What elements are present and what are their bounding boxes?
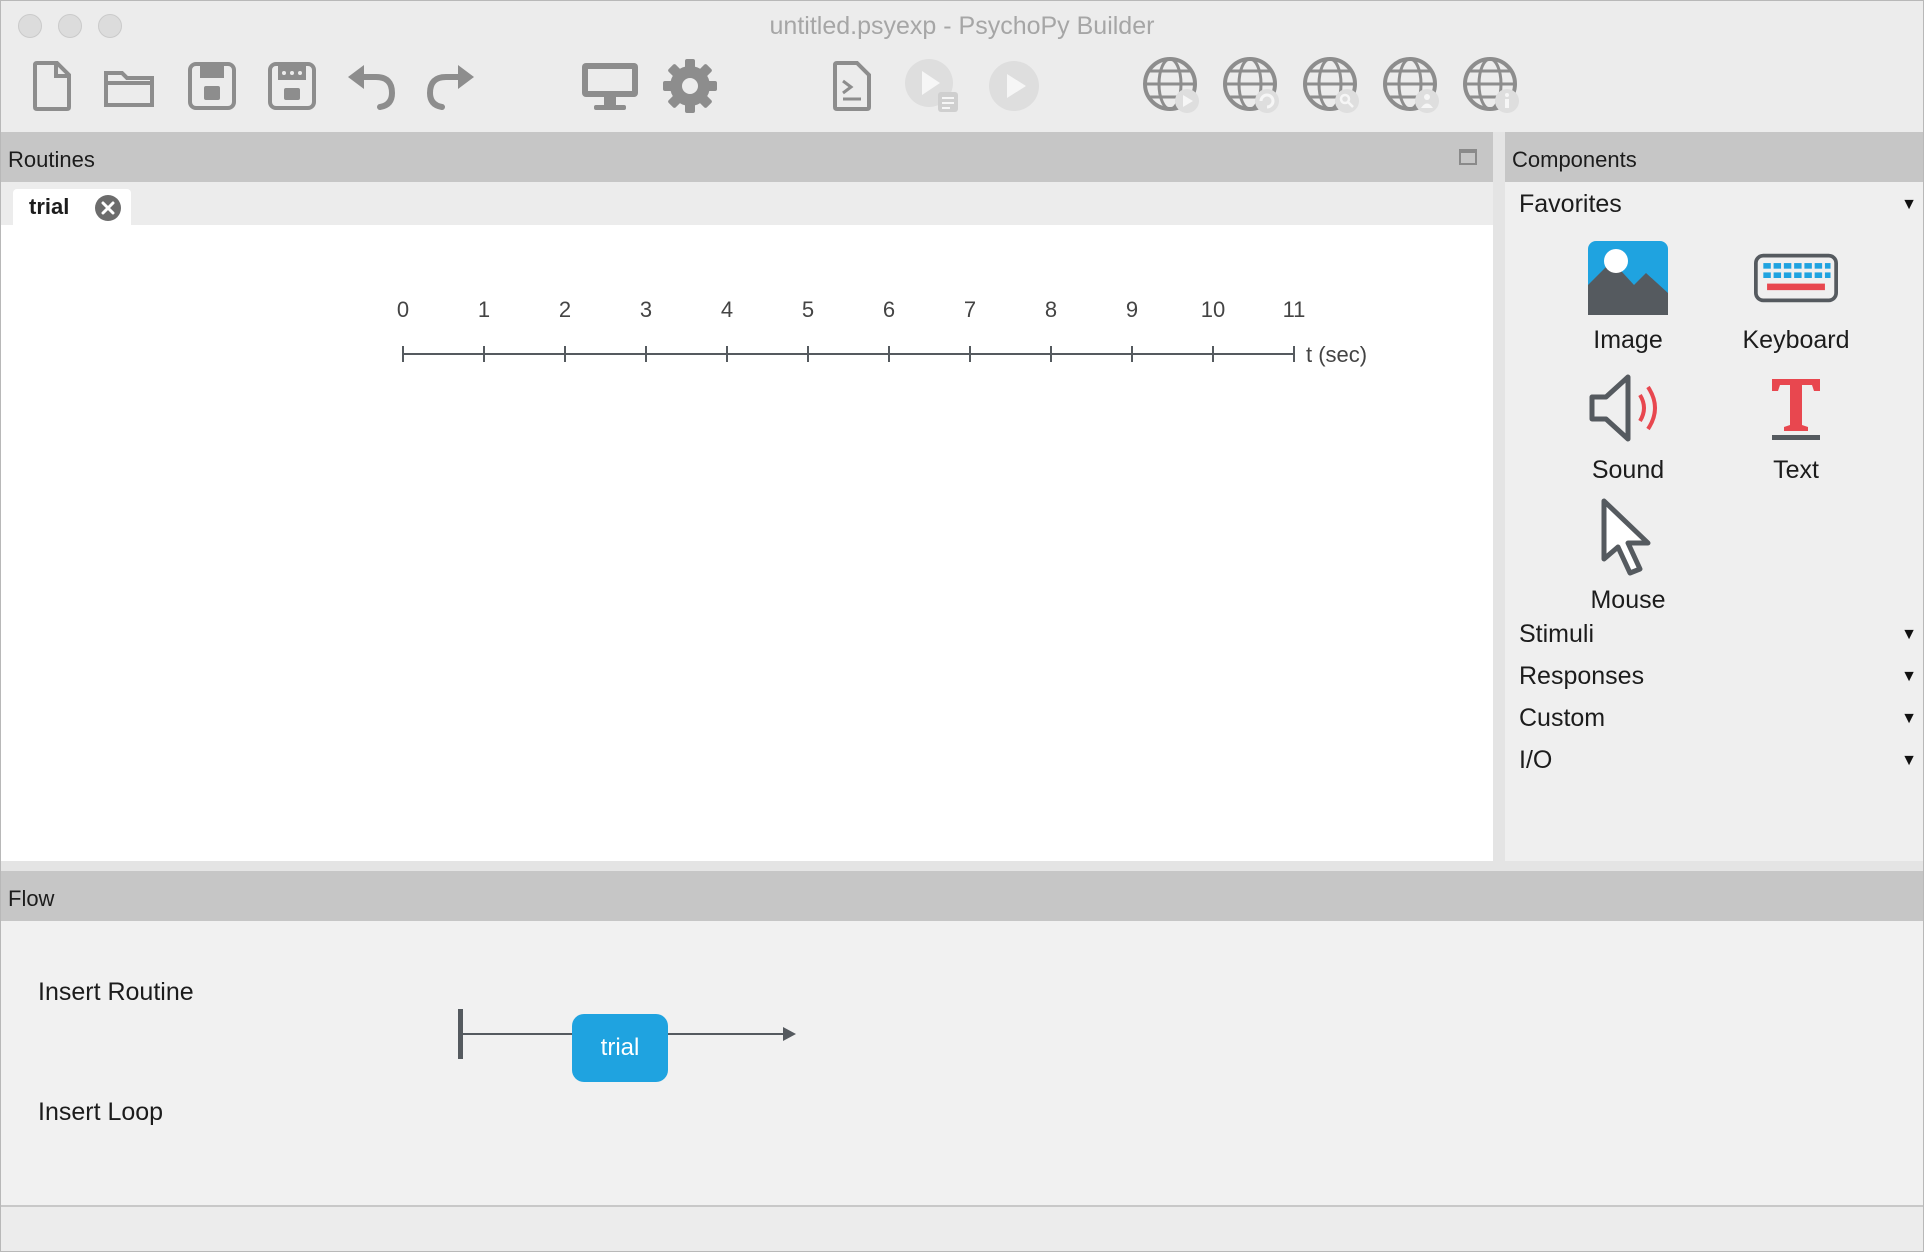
flow-title: Flow [8, 886, 55, 911]
run-button[interactable] [983, 55, 1045, 117]
timeline-tick-label: 7 [964, 297, 976, 322]
category-label: Favorites [1519, 190, 1622, 218]
category-responses[interactable]: Responses ▼ [1519, 662, 1919, 698]
window-title: untitled.psyexp - PsychoPy Builder [769, 12, 1155, 40]
toolbar [1, 51, 1923, 131]
globe-icon [1463, 57, 1519, 113]
category-custom[interactable]: Custom ▼ [1519, 704, 1919, 740]
category-label: Custom [1519, 704, 1606, 732]
save-as-button[interactable] [261, 55, 323, 117]
routines-panel: trial 0 1 2 3 4 5 6 7 8 9 10 11 t (sec) [1, 182, 1493, 861]
compile-script-button[interactable] [821, 55, 883, 117]
component-mouse[interactable]: Mouse [1543, 496, 1713, 626]
gear-icon [663, 59, 717, 113]
globe-icon [1303, 57, 1359, 113]
pilot-play-icon [905, 59, 958, 112]
component-label: Mouse [1590, 586, 1666, 614]
component-keyboard[interactable]: Keyboard [1711, 236, 1881, 366]
flow-routine-trial[interactable]: trial [572, 1014, 668, 1082]
components-panel: Favorites ▼ Image Keyboard Sound Text Mo… [1505, 182, 1923, 861]
components-title: Components [1512, 147, 1637, 172]
status-bar [1, 1205, 1923, 1251]
category-io[interactable]: I/O ▼ [1519, 746, 1919, 782]
monitor-center-button[interactable] [579, 55, 641, 117]
expand-arrow-icon: ▼ [1901, 668, 1917, 685]
timeline-tick-label: 11 [1283, 297, 1306, 322]
monitor-icon [582, 63, 638, 110]
vertical-splitter[interactable] [1493, 132, 1505, 861]
title-bar: untitled.psyexp - PsychoPy Builder [1, 1, 1923, 51]
timeline-tick-label: 2 [559, 297, 571, 322]
online-button-3[interactable] [1301, 55, 1363, 117]
component-label: Keyboard [1742, 326, 1850, 354]
experiment-settings-button[interactable] [659, 55, 721, 117]
component-label: Text [1773, 456, 1819, 484]
redo-button[interactable] [419, 55, 481, 117]
new-file-icon [33, 61, 71, 111]
open-button[interactable] [99, 55, 161, 117]
horizontal-splitter[interactable] [1, 861, 1923, 871]
play-icon [989, 61, 1039, 111]
component-text[interactable]: Text [1711, 366, 1881, 496]
timeline-tick-label: 6 [883, 297, 895, 322]
timeline-unit-label: t (sec) [1306, 342, 1367, 367]
routines-title: Routines [8, 147, 95, 172]
image-icon [1586, 236, 1670, 320]
timeline-tick-label: 4 [721, 297, 733, 322]
undo-icon [348, 65, 396, 110]
expand-arrow-icon: ▼ [1901, 626, 1917, 643]
sound-icon [1586, 366, 1670, 450]
timeline-tick-label: 1 [478, 297, 490, 322]
folder-icon [104, 71, 154, 107]
timeline-tick-label: 8 [1045, 297, 1057, 322]
keyboard-icon [1754, 236, 1838, 320]
expand-arrow-icon: ▼ [1901, 196, 1917, 213]
expand-arrow-icon: ▼ [1901, 752, 1917, 769]
flow-end-arrow-icon [783, 1027, 796, 1041]
text-icon [1754, 366, 1838, 450]
component-label: Image [1593, 326, 1663, 354]
category-favorites[interactable]: Favorites ▼ [1519, 190, 1919, 226]
timeline-tick-label: 10 [1201, 297, 1225, 322]
category-stimuli[interactable]: Stimuli ▼ [1519, 620, 1919, 656]
component-image[interactable]: Image [1543, 236, 1713, 366]
expand-arrow-icon: ▼ [1901, 710, 1917, 727]
online-button-2[interactable] [1221, 55, 1283, 117]
script-icon [833, 61, 871, 111]
undo-button[interactable] [341, 55, 403, 117]
save-button[interactable] [181, 55, 243, 117]
category-label: Stimuli [1519, 620, 1595, 648]
globe-icon [1143, 57, 1199, 113]
flow-diagram [458, 1009, 796, 1059]
online-button-5[interactable] [1461, 55, 1523, 117]
redo-icon [426, 65, 474, 110]
mouse-cursor-icon [1586, 496, 1670, 580]
category-label: Responses [1519, 662, 1645, 690]
online-button-4[interactable] [1381, 55, 1443, 117]
component-label: Sound [1591, 456, 1665, 484]
routine-timeline: 0 1 2 3 4 5 6 7 8 9 10 11t (sec) [397, 297, 1367, 367]
flow-panel: Insert Routine Insert Loop trial [1, 921, 1923, 1205]
timeline-tick-label: 3 [640, 297, 652, 322]
maximize-pane-icon[interactable] [1459, 149, 1477, 165]
timeline-tick-label: 9 [1126, 297, 1138, 322]
online-button-1[interactable] [1141, 55, 1203, 117]
category-label: I/O [1519, 746, 1553, 774]
new-file-button[interactable] [21, 55, 83, 117]
timeline-tick-label: 5 [802, 297, 814, 322]
save-as-icon [268, 62, 316, 110]
timeline-tick-label: 0 [397, 297, 409, 322]
globe-icon [1383, 57, 1439, 113]
component-sound[interactable]: Sound [1543, 366, 1713, 496]
save-icon [188, 62, 236, 110]
flow-panel-header: Flow [1, 871, 1923, 921]
flow-start-marker [458, 1009, 463, 1059]
components-panel-header: Components [1505, 132, 1923, 182]
run-pilot-button[interactable] [901, 55, 963, 117]
routines-panel-header: Routines [1, 132, 1493, 182]
psychopy-builder-window: untitled.psyexp - PsychoPy Builder Routi… [0, 0, 1924, 1252]
globe-icon [1223, 57, 1279, 113]
